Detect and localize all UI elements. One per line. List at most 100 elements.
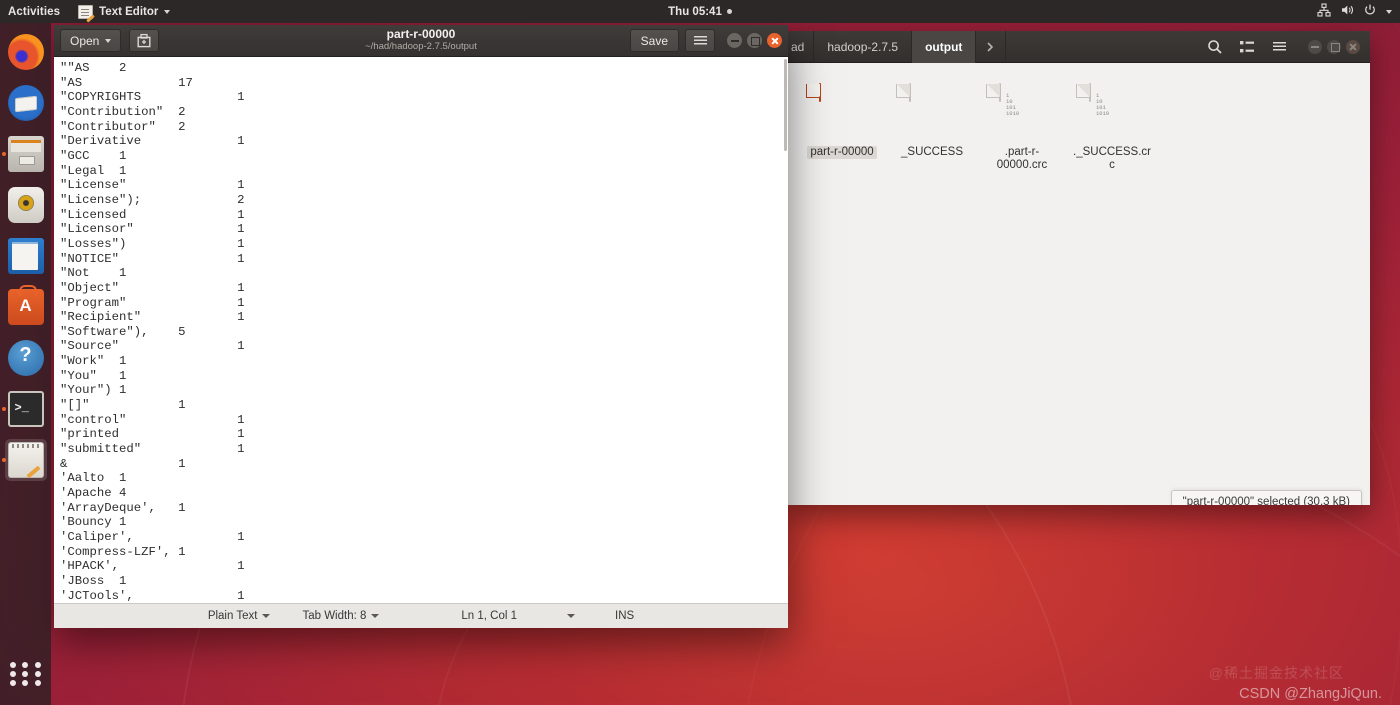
cursor-position[interactable]: Ln 1, Col 1: [395, 610, 533, 622]
binary-file-icon: 1101011010: [1089, 83, 1135, 140]
file-item-part-r-00000[interactable]: part-r-00000: [801, 81, 883, 176]
app-menu-label: Text Editor: [99, 5, 159, 18]
grid-dot-icon: [10, 662, 17, 668]
dock-item-files[interactable]: [1, 133, 47, 175]
dock-item-ubuntu-software[interactable]: [5, 285, 47, 328]
system-indicators[interactable]: [1317, 3, 1392, 20]
running-indicator-dot: [1, 152, 6, 156]
gnome-top-panel: Activities Text Editor Thu 05:41: [0, 0, 1400, 23]
chevron-down-icon: [371, 614, 380, 618]
save-as-button[interactable]: [129, 29, 160, 52]
maximize-button[interactable]: [747, 33, 762, 48]
activities-button[interactable]: Activities: [0, 6, 70, 18]
show-applications-button[interactable]: [9, 657, 43, 691]
notification-dot-icon: [726, 9, 732, 14]
breadcrumb: ad hadoop-2.7.5 output: [787, 31, 1007, 63]
firefox-icon: [7, 34, 44, 70]
app-menu-button[interactable]: Text Editor: [70, 4, 178, 19]
file-manager-window: ad hadoop-2.7.5 output part-r-00000 _SUC…: [787, 31, 1370, 505]
files-icon: [7, 136, 44, 172]
running-indicator-dot: [1, 407, 6, 411]
file-item-success[interactable]: _SUCCESS: [891, 81, 973, 176]
language-selector[interactable]: Plain Text: [192, 610, 287, 622]
file-manager-toolbar: [1200, 35, 1364, 59]
save-button[interactable]: Save: [629, 29, 679, 52]
ubuntu-software-icon: [7, 285, 44, 325]
dock-item-firefox[interactable]: [5, 31, 47, 73]
view-list-icon[interactable]: [1232, 35, 1262, 59]
breadcrumb-item-0[interactable]: ad: [787, 31, 815, 63]
clock-button[interactable]: Thu 05:41: [630, 6, 770, 18]
ubuntu-dock: [0, 23, 51, 705]
file-name-label: .part-r-00000.crc: [996, 146, 1048, 171]
chevron-down-icon: [262, 614, 271, 618]
close-button[interactable]: [767, 33, 782, 48]
file-name-label: ._SUCCESS.crc: [1073, 146, 1151, 171]
text-editor-icon: [7, 442, 44, 478]
clock-label: Thu 05:41: [668, 5, 722, 18]
menu-icon[interactable]: [1264, 35, 1294, 59]
hamburger-menu-icon: [1272, 42, 1286, 51]
goto-line-button[interactable]: [533, 614, 591, 618]
maximize-button[interactable]: [1327, 39, 1341, 54]
menu-button[interactable]: [685, 29, 715, 52]
grid-dot-icon: [34, 662, 41, 668]
grid-dot-icon: [22, 662, 29, 668]
file-name-label: _SUCCESS: [901, 146, 963, 158]
dock-item-list: [1, 23, 47, 481]
text-file-icon: [819, 83, 865, 140]
search-icon[interactable]: [1200, 35, 1230, 59]
breadcrumb-next-button[interactable]: [976, 31, 1007, 63]
hamburger-menu-icon: [693, 36, 707, 45]
tab-width-selector[interactable]: Tab Width: 8: [286, 610, 395, 622]
open-button-label: Open: [70, 33, 100, 48]
file-item-part-r-00000-crc[interactable]: 1101011010 .part-r-00000.crc: [981, 81, 1063, 176]
headerbar-right: Save: [629, 29, 782, 52]
status-badge: "part-r-00000" selected (30.3 kB): [1170, 490, 1362, 505]
dock-item-libreoffice-writer[interactable]: [5, 235, 47, 277]
document-text[interactable]: ""AS 2 "AS 17 "COPYRIGHTS 1 "Contributio…: [56, 61, 788, 603]
text-editor-document-area[interactable]: ""AS 2 "AS 17 "COPYRIGHTS 1 "Contributio…: [54, 57, 788, 603]
text-file-icon: [909, 83, 955, 140]
file-grid: part-r-00000 _SUCCESS 1101011010 .part-r…: [801, 81, 1370, 176]
text-editor-statusbar: Plain Text Tab Width: 8 Ln 1, Col 1 INS: [54, 603, 788, 628]
window-controls: [727, 33, 782, 48]
minimize-button[interactable]: [727, 33, 742, 48]
community-watermark: @稀土掘金技术社区: [1208, 665, 1344, 681]
tab-width-label: Tab Width: 8: [302, 610, 367, 622]
close-button[interactable]: [1346, 39, 1360, 54]
breadcrumb-item-2[interactable]: output: [912, 31, 977, 63]
grid-dot-icon: [34, 680, 41, 686]
power-icon: [1363, 3, 1377, 20]
chevron-down-icon: [105, 38, 112, 43]
insert-mode-label: INS: [615, 610, 635, 622]
grid-dot-icon: [10, 680, 17, 686]
grid-dot-icon: [22, 680, 29, 686]
vertical-scrollbar[interactable]: [783, 57, 788, 603]
open-button[interactable]: Open: [60, 29, 122, 52]
binary-file-icon: 1101011010: [999, 83, 1045, 140]
minimize-button[interactable]: [1308, 39, 1322, 54]
dock-item-text-editor[interactable]: [1, 439, 47, 481]
dock-item-help[interactable]: [5, 337, 47, 379]
dock-item-rhythmbox[interactable]: [5, 184, 47, 226]
breadcrumb-item-1[interactable]: hadoop-2.7.5: [814, 31, 913, 63]
cursor-position-label: Ln 1, Col 1: [461, 610, 518, 622]
terminal-icon: [7, 391, 44, 427]
network-icon: [1317, 3, 1331, 20]
thunderbird-icon: [7, 85, 44, 121]
file-item-success-crc[interactable]: 1101011010 ._SUCCESS.crc: [1071, 81, 1153, 176]
file-name-label: part-r-00000: [807, 146, 877, 159]
grid-dot-icon: [10, 671, 17, 677]
file-manager-content[interactable]: part-r-00000 _SUCCESS 1101011010 .part-r…: [787, 63, 1370, 505]
chevron-down-icon: [567, 614, 576, 618]
dock-item-thunderbird[interactable]: [5, 82, 47, 124]
running-indicator-dot: [1, 458, 6, 462]
help-icon: [7, 340, 44, 376]
grid-dot-icon: [34, 671, 41, 677]
file-manager-headerbar: ad hadoop-2.7.5 output: [787, 31, 1370, 63]
dock-item-terminal[interactable]: [1, 388, 47, 430]
chevron-down-icon: [164, 9, 171, 14]
text-editor-icon: [78, 4, 94, 19]
text-editor-window: Open part-r-00000 ~/had/hadoop-2.7.5/out…: [54, 25, 788, 628]
